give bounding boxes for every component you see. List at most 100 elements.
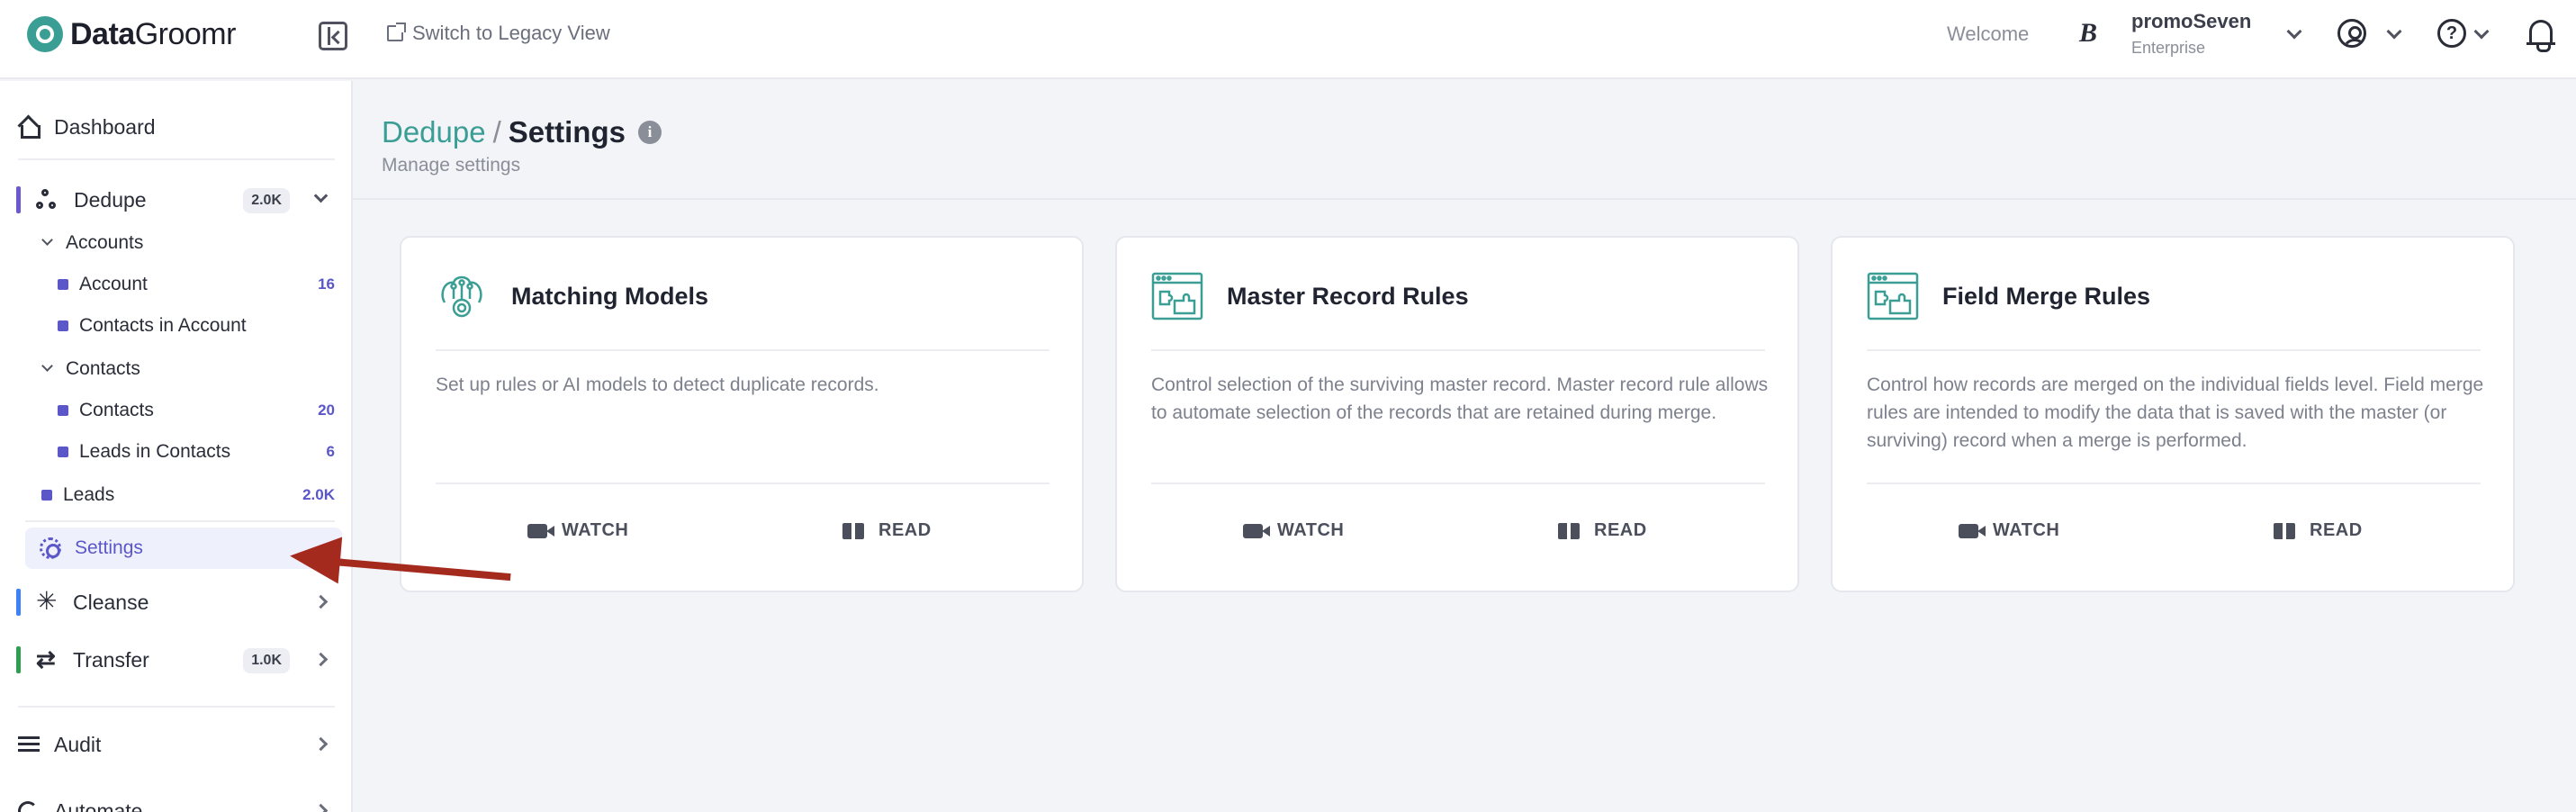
list-icon — [18, 736, 40, 753]
transfer-count-badge: 1.0K — [243, 648, 290, 673]
chevron-down-icon — [41, 360, 53, 372]
annotation-arrow-head — [287, 532, 343, 584]
card-description: Control how records are merged on the in… — [1867, 374, 2484, 451]
logo[interactable]: DataGroomr — [27, 16, 236, 52]
sidebar-item-account[interactable]: Account 16 — [0, 268, 353, 301]
book-icon — [1558, 522, 1580, 539]
leads-count: 2.0K — [302, 486, 335, 503]
sidebar-group-contacts[interactable]: Contacts — [0, 353, 353, 385]
cleanse-accent — [16, 589, 21, 616]
help-icon[interactable]: ? — [2437, 19, 2466, 48]
switch-legacy-link[interactable]: Switch to Legacy View — [387, 22, 610, 45]
read-button[interactable]: READ — [842, 520, 932, 541]
user-avatar-icon[interactable] — [2337, 19, 2366, 48]
browser-puzzle-icon — [1867, 272, 1919, 324]
sidebar-group-accounts[interactable]: Accounts — [0, 227, 353, 259]
chevron-down-icon — [41, 234, 53, 246]
book-icon — [2274, 522, 2295, 539]
divider — [25, 520, 335, 522]
sidebar-item-contacts-in-account[interactable]: Contacts in Account — [0, 310, 353, 342]
divider — [18, 706, 335, 708]
dedupe-count-badge: 2.0K — [243, 188, 290, 213]
logo-text: DataGroomr — [70, 16, 236, 51]
sidebar-item-contacts[interactable]: Contacts 20 — [0, 394, 353, 427]
info-icon[interactable]: i — [637, 121, 662, 144]
card-field-merge-rules: Field Merge Rules Control how records ar… — [1831, 236, 2515, 592]
org-brand-icon: B — [2079, 18, 2098, 48]
leads-in-contacts-count: 6 — [326, 443, 335, 460]
page-subtitle: Manage settings — [382, 155, 521, 176]
chevron-right-icon[interactable] — [313, 652, 329, 667]
sidebar-item-dedupe[interactable]: Dedupe 2.0K — [0, 180, 353, 220]
sidebar-item-automate[interactable]: Automate — [0, 792, 353, 812]
dedupe-accent — [16, 186, 21, 213]
watch-button[interactable]: WATCH — [527, 520, 628, 541]
user-name[interactable]: promoSeven — [2131, 10, 2251, 33]
card-master-record-rules: Master Record Rules Control selection of… — [1115, 236, 1799, 592]
sidebar-item-cleanse[interactable]: ✳ Cleanse — [0, 583, 353, 621]
breadcrumb: Dedupe / Settings i — [382, 115, 662, 149]
refresh-icon — [18, 801, 38, 812]
chevron-down-icon[interactable] — [2386, 23, 2402, 40]
divider — [1151, 483, 1765, 484]
account-count: 16 — [318, 275, 335, 293]
read-button[interactable]: READ — [1558, 520, 1647, 541]
card-header: Field Merge Rules — [1867, 272, 2481, 351]
divider — [436, 483, 1049, 484]
gear-icon — [40, 537, 61, 559]
bullet-square — [58, 320, 68, 331]
bullet-square — [58, 447, 68, 457]
home-icon — [18, 118, 41, 139]
bullet-square — [41, 490, 52, 501]
top-bar: DataGroomr Switch to Legacy View Welcome… — [0, 0, 2576, 79]
sidebar: Dashboard Dedupe 2.0K Accounts Account 1… — [0, 81, 353, 812]
transfer-accent — [16, 646, 21, 673]
watch-button[interactable]: WATCH — [1959, 520, 2059, 541]
card-header: Matching Models — [436, 272, 1049, 351]
sidebar-item-transfer[interactable]: ⇄ Transfer 1.0K — [0, 641, 353, 679]
divider — [1867, 483, 2481, 484]
divider — [18, 158, 335, 160]
ai-brain-icon — [436, 272, 488, 324]
contacts-count: 20 — [318, 401, 335, 419]
chevron-right-icon[interactable] — [313, 803, 329, 812]
video-camera-icon — [1243, 523, 1270, 538]
logo-icon — [27, 16, 63, 52]
card-title: Master Record Rules — [1227, 283, 1469, 310]
dedupe-icon — [36, 189, 58, 211]
breadcrumb-separator: / — [492, 115, 501, 149]
divider — [353, 198, 2576, 200]
chevron-right-icon[interactable] — [313, 736, 329, 752]
watch-button[interactable]: WATCH — [1243, 520, 1344, 541]
book-icon — [842, 522, 864, 539]
notification-bell-icon[interactable] — [2526, 20, 2555, 52]
video-camera-icon — [527, 523, 554, 538]
user-plan: Enterprise — [2131, 39, 2206, 57]
card-title: Field Merge Rules — [1942, 283, 2151, 310]
welcome-text: Welcome — [1947, 23, 2030, 45]
breadcrumb-dedupe[interactable]: Dedupe — [382, 115, 486, 149]
sidebar-item-leads-in-contacts[interactable]: Leads in Contacts 6 — [0, 436, 353, 468]
sidebar-item-dashboard[interactable]: Dashboard — [0, 108, 353, 146]
card-matching-models: Matching Models Set up rules or AI model… — [400, 236, 1084, 592]
chevron-right-icon[interactable] — [313, 594, 329, 609]
page-title: Settings — [508, 115, 626, 149]
chevron-down-icon[interactable] — [313, 188, 329, 203]
sidebar-item-leads[interactable]: Leads 2.0K — [0, 479, 353, 511]
external-link-icon — [387, 23, 406, 41]
read-button[interactable]: READ — [2274, 520, 2363, 541]
bullet-square — [58, 279, 68, 290]
sparkle-icon: ✳ — [36, 587, 58, 615]
bullet-square — [58, 405, 68, 416]
collapse-sidebar-icon[interactable] — [319, 22, 347, 50]
chevron-down-icon[interactable] — [2286, 23, 2302, 40]
card-title: Matching Models — [511, 283, 709, 310]
sidebar-item-audit[interactable]: Audit — [0, 726, 353, 763]
card-description: Control selection of the surviving maste… — [1151, 374, 1769, 423]
chevron-down-icon[interactable] — [2473, 23, 2490, 40]
transfer-arrows-icon: ⇄ — [36, 645, 56, 672]
video-camera-icon — [1959, 523, 1986, 538]
card-header: Master Record Rules — [1151, 272, 1765, 351]
card-description: Set up rules or AI models to detect dupl… — [436, 374, 879, 395]
browser-puzzle-icon — [1151, 272, 1203, 324]
